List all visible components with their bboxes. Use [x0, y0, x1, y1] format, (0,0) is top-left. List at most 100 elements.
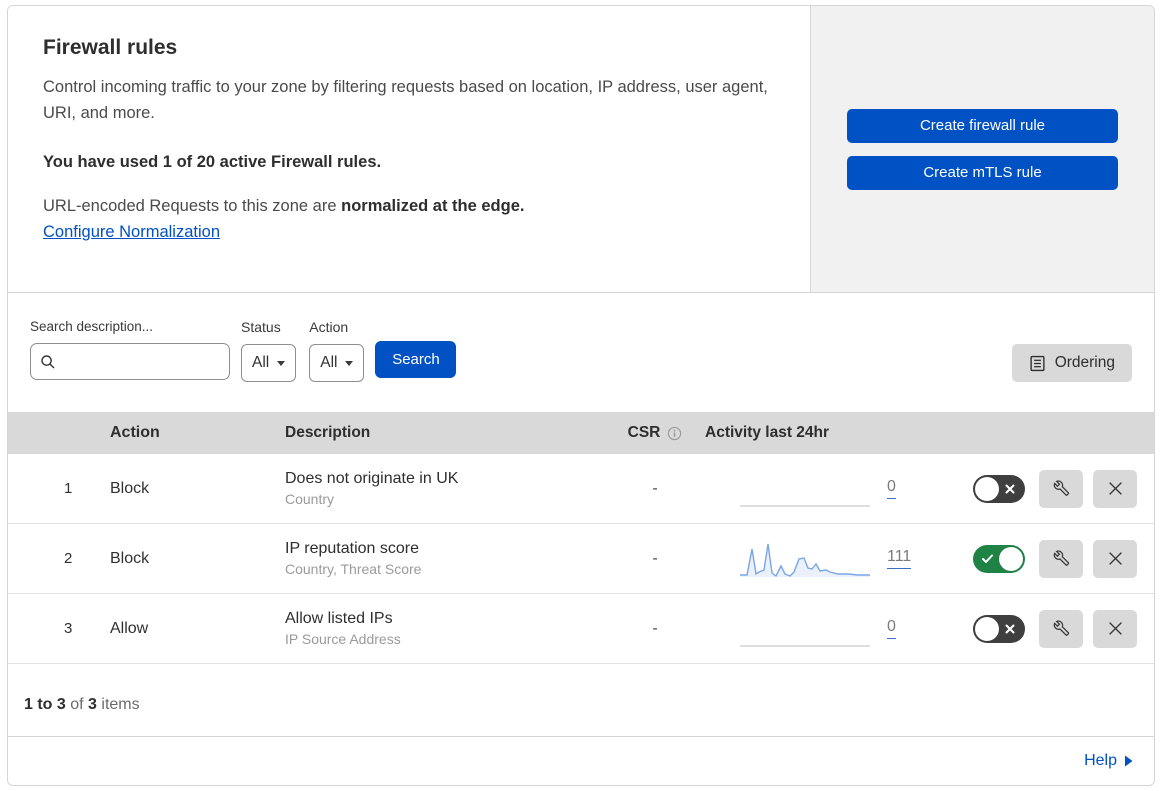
delete-rule-button[interactable] [1093, 469, 1137, 508]
info-icon[interactable] [667, 426, 682, 441]
csr-header-label: CSR [627, 424, 661, 441]
x-icon [1005, 484, 1015, 493]
normalization-text: URL-encoded Requests to this zone are [43, 197, 337, 216]
rule-csr: - [652, 549, 658, 567]
wrench-icon [1053, 480, 1069, 496]
chevron-down-icon [277, 360, 286, 366]
rule-activity-cell: 0 [705, 471, 945, 507]
page-description: Control incoming traffic to your zone by… [43, 78, 768, 122]
rule-controls [945, 539, 1154, 578]
activity-sparkline [740, 504, 870, 507]
search-label: Search description... [30, 319, 154, 334]
rule-action: Block [110, 549, 150, 567]
pagination-summary: 1 to 3 of 3 items [8, 664, 1154, 737]
edit-rule-button[interactable] [1039, 539, 1083, 578]
header-section: Firewall rules Control incoming traffic … [8, 6, 1154, 293]
toggle-knob [999, 546, 1023, 571]
rule-description-cell: Allow listed IPs IP Source Address [285, 610, 605, 647]
close-icon [1108, 482, 1122, 495]
delete-rule-button[interactable] [1093, 539, 1137, 578]
normalization-bold-text: normalized at the edge. [341, 197, 525, 216]
rule-fields: IP Source Address [285, 631, 401, 647]
rule-enabled-toggle[interactable] [973, 614, 1025, 643]
rule-priority: 3 [64, 620, 73, 637]
rule-activity-cell: 111 [705, 541, 945, 577]
help-label: Help [1084, 751, 1117, 769]
activity-count-link[interactable]: 111 [887, 548, 912, 569]
search-group: Search description... [30, 319, 230, 380]
rule-description: Does not originate in UK [285, 470, 459, 487]
rule-csr: - [652, 479, 658, 497]
list-document-icon [1030, 355, 1045, 371]
intro-panel: Firewall rules Control incoming traffic … [8, 6, 811, 292]
action-selected-value: All [320, 354, 338, 371]
close-icon [1108, 622, 1122, 635]
search-box[interactable] [30, 343, 230, 380]
search-button[interactable]: Search [375, 341, 457, 378]
rule-description-cell: IP reputation score Country, Threat Scor… [285, 540, 605, 577]
ordering-button-label: Ordering [1054, 354, 1115, 371]
search-input[interactable] [63, 353, 220, 370]
status-filter-group: Status All [241, 319, 297, 382]
rule-priority: 1 [64, 480, 73, 497]
status-selected-value: All [252, 354, 270, 371]
check-icon [982, 554, 993, 563]
action-label: Action [309, 319, 349, 335]
rule-activity-cell: 0 [705, 611, 945, 647]
filter-bar: Search description... Status All Action … [8, 293, 1154, 412]
search-icon [41, 354, 55, 368]
delete-rule-button[interactable] [1093, 609, 1137, 648]
table-row: 3 Allow Allow listed IPs IP Source Addre… [8, 594, 1154, 664]
column-activity: Activity last 24hr [705, 424, 830, 441]
activity-count-link[interactable]: 0 [887, 618, 896, 639]
items-label: items [101, 696, 140, 713]
toggle-knob [975, 616, 999, 641]
action-filter-group: Action All [309, 319, 365, 382]
firewall-rules-card: Firewall rules Control incoming traffic … [7, 5, 1155, 786]
wrench-icon [1053, 620, 1069, 636]
rule-priority: 2 [64, 550, 73, 567]
action-select[interactable]: All [309, 344, 365, 382]
edit-rule-button[interactable] [1039, 469, 1083, 508]
items-total: 3 [88, 696, 97, 713]
rule-csr: - [652, 619, 658, 637]
create-firewall-rule-button[interactable]: Create firewall rule [847, 108, 1118, 143]
usage-summary: You have used 1 of 20 active Firewall ru… [43, 153, 382, 172]
configure-normalization-link[interactable]: Configure Normalization [43, 223, 220, 242]
rule-fields: Country [285, 491, 335, 507]
of-label: of [70, 696, 84, 713]
ordering-button[interactable]: Ordering [1011, 344, 1132, 382]
edit-rule-button[interactable] [1039, 609, 1083, 648]
chevron-down-icon [345, 360, 354, 366]
toggle-knob [975, 476, 999, 501]
wrench-icon [1053, 550, 1069, 566]
status-label: Status [241, 319, 281, 335]
page-title: Firewall rules [43, 36, 178, 59]
rule-description-cell: Does not originate in UK Country [285, 470, 605, 507]
table-header: Action Description CSR Activity last 24h… [8, 412, 1154, 454]
arrow-right-icon [1125, 755, 1133, 766]
items-range: 1 to 3 [24, 696, 66, 713]
activity-count-link[interactable]: 0 [887, 478, 896, 499]
activity-sparkline [740, 543, 870, 577]
help-row: Help [8, 737, 1154, 784]
rule-description: IP reputation score [285, 540, 420, 557]
rule-action: Block [110, 479, 150, 497]
column-action: Action [110, 424, 160, 441]
column-description: Description [285, 424, 371, 441]
close-icon [1108, 552, 1122, 565]
x-icon [1005, 624, 1015, 633]
create-mtls-rule-button[interactable]: Create mTLS rule [847, 155, 1118, 190]
table-row: 2 Block IP reputation score Country, Thr… [8, 524, 1154, 594]
rule-enabled-toggle[interactable] [973, 544, 1025, 573]
rule-action: Allow [110, 619, 149, 637]
help-link[interactable]: Help [1084, 752, 1133, 770]
status-select[interactable]: All [241, 344, 297, 382]
rule-enabled-toggle[interactable] [973, 474, 1025, 503]
activity-sparkline [740, 644, 870, 647]
rule-controls [945, 469, 1154, 508]
actions-panel: Create firewall rule Create mTLS rule [811, 6, 1154, 292]
rule-fields: Country, Threat Score [285, 561, 422, 577]
column-csr: CSR [605, 424, 705, 442]
rule-description: Allow listed IPs [285, 610, 393, 627]
